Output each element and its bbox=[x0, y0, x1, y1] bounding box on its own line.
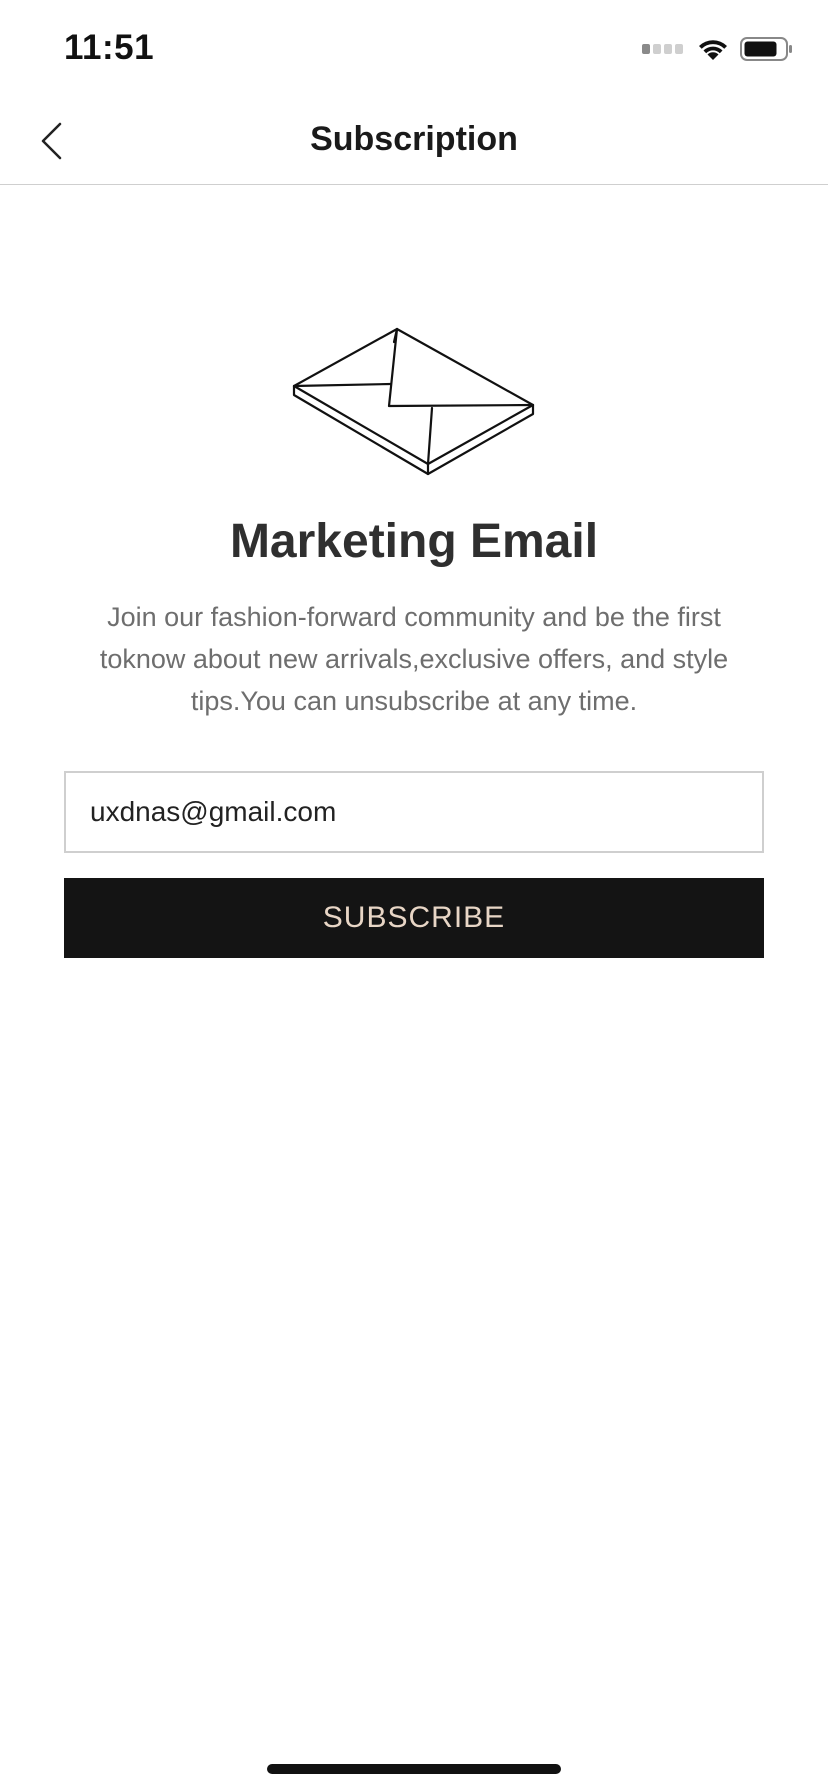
email-field[interactable] bbox=[64, 771, 764, 853]
page-title: Subscription bbox=[310, 120, 518, 158]
subscribe-button[interactable]: SUBSCRIBE bbox=[64, 878, 764, 958]
status-time: 11:51 bbox=[64, 28, 155, 67]
description-text: Join our fashion-forward community and b… bbox=[99, 602, 729, 716]
headline: Marketing Email bbox=[229, 515, 599, 568]
wifi-icon bbox=[699, 40, 727, 60]
cellular-signal-icon bbox=[642, 44, 686, 54]
navigation-bar: Subscription bbox=[0, 100, 828, 185]
envelope-icon bbox=[292, 327, 535, 476]
status-icons bbox=[642, 34, 794, 64]
battery-icon bbox=[740, 37, 792, 61]
home-indicator bbox=[267, 1764, 561, 1774]
status-bar: 11:51 bbox=[0, 0, 828, 100]
